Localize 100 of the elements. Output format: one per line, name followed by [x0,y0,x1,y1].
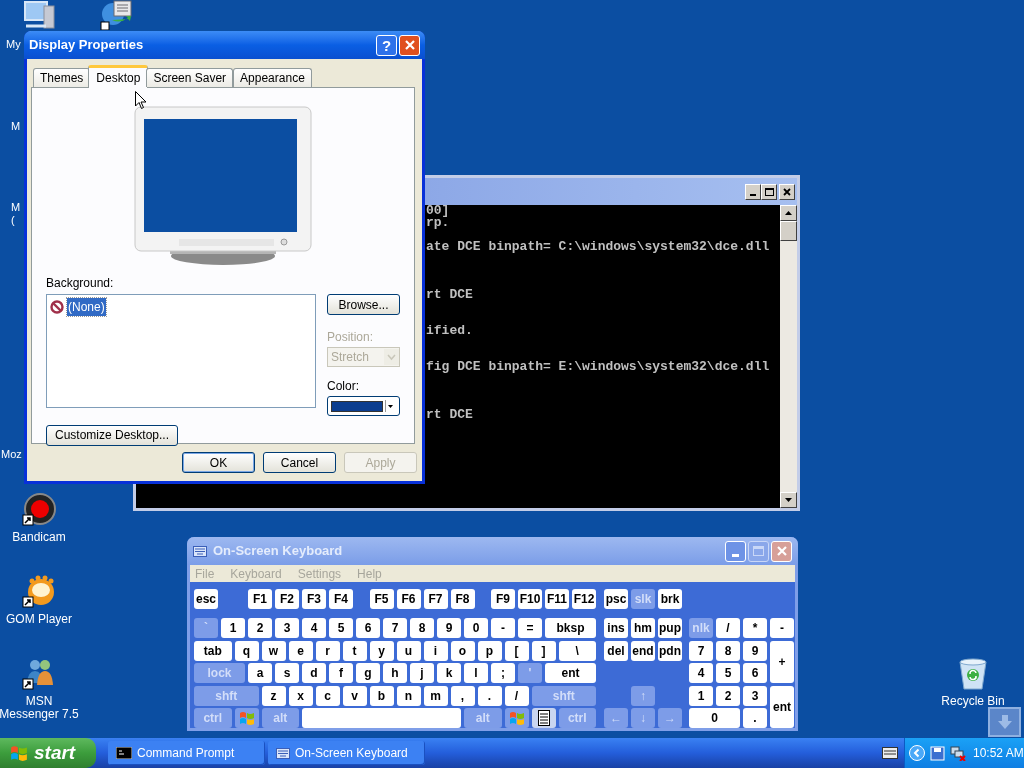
on-screen-key[interactable]: y [369,640,394,661]
taskbar-button[interactable]: Command Prompt [108,741,265,765]
on-screen-key[interactable]: F10 [518,589,542,609]
on-screen-key[interactable]: g [356,663,380,683]
on-screen-key[interactable]: 4 [302,618,326,638]
on-screen-key[interactable]: i [423,640,448,661]
on-screen-key[interactable]: bksp [545,618,596,638]
on-screen-key[interactable]: F8 [450,589,475,609]
icon-label[interactable]: Bandicam [12,531,66,544]
on-screen-key[interactable]: k [437,663,461,683]
tab[interactable]: Appearance [233,68,312,87]
on-screen-key[interactable]: * [743,618,767,638]
on-screen-key[interactable]: 8 [410,618,434,638]
on-screen-key[interactable]: F12 [572,589,596,609]
on-screen-key[interactable]: ent [545,663,596,683]
browse-button[interactable]: Browse... [327,294,400,315]
on-screen-key[interactable]: 9 [743,640,767,661]
tab[interactable]: Themes [33,68,91,87]
customize-button[interactable]: Customize Desktop... [46,424,178,446]
menu-key[interactable] [531,708,556,728]
on-screen-key[interactable]: F9 [491,589,515,609]
on-screen-key[interactable]: psc [604,589,628,609]
tab[interactable]: Screen Saver [146,68,234,87]
on-screen-key[interactable]: \ [558,640,596,661]
close-button[interactable] [779,183,795,200]
list-item[interactable]: (None) [50,298,312,316]
on-screen-key[interactable]: u [396,640,421,661]
on-screen-key[interactable]: 3 [275,618,299,638]
on-screen-key[interactable]: 0 [689,708,740,728]
on-screen-key[interactable]: 7 [689,640,713,661]
dialog-button[interactable]: OK [182,452,255,473]
on-screen-key[interactable]: 6 [743,663,767,683]
on-screen-key[interactable]: end [631,640,655,661]
on-screen-key[interactable]: 5 [329,618,353,638]
on-screen-key[interactable]: F3 [302,589,326,609]
tab[interactable]: Desktop [88,65,149,88]
minimize-button[interactable] [745,183,761,200]
on-screen-key[interactable]: x [288,685,313,706]
on-screen-key[interactable]: F1 [248,589,272,609]
on-screen-key[interactable]: , [450,685,475,706]
on-screen-key[interactable]: w [261,640,286,661]
on-screen-key[interactable]: brk [658,589,682,609]
on-screen-key[interactable]: F5 [369,589,394,609]
on-screen-key[interactable]: F4 [329,589,353,609]
help-button[interactable]: ? [376,34,397,56]
scroll-down-button[interactable] [780,492,797,508]
on-screen-key[interactable]: esc [194,589,218,609]
scroll-up-button[interactable] [780,205,797,221]
on-screen-key[interactable]: [ [504,640,529,661]
windows-key[interactable] [234,708,259,728]
network-icon[interactable] [950,745,966,761]
on-screen-key[interactable]: 7 [383,618,407,638]
on-screen-key[interactable]: F7 [423,589,448,609]
on-screen-key[interactable]: s [275,663,299,683]
on-screen-key[interactable]: . [477,685,502,706]
on-screen-key[interactable]: z [261,685,286,706]
on-screen-key[interactable]: a [248,663,272,683]
on-screen-key[interactable]: ; [491,663,515,683]
scrollbar[interactable] [780,205,797,508]
on-screen-key[interactable]: c [315,685,340,706]
on-screen-key[interactable]: m [423,685,448,706]
on-screen-key[interactable]: p [477,640,502,661]
on-screen-key[interactable]: o [450,640,475,661]
on-screen-key[interactable]: 1 [689,685,713,706]
on-screen-key[interactable]: ins [604,618,628,638]
on-screen-key[interactable]: = [518,618,542,638]
on-screen-key[interactable]: 0 [464,618,488,638]
on-screen-key[interactable]: 3 [743,685,767,706]
on-screen-key[interactable]: q [234,640,259,661]
on-screen-key[interactable]: 5 [716,663,740,683]
on-screen-key[interactable]: / [504,685,529,706]
on-screen-key[interactable]: l [464,663,488,683]
on-screen-key[interactable]: 4 [689,663,713,683]
on-screen-key[interactable]: - [770,618,794,638]
on-screen-key[interactable]: pdn [658,640,682,661]
taskbar-button[interactable]: On-Screen Keyboard [268,741,425,765]
on-screen-key[interactable]: hm [631,618,655,638]
on-screen-key[interactable]: + [770,640,794,683]
on-screen-key[interactable]: F11 [545,589,569,609]
on-screen-key[interactable]: 9 [437,618,461,638]
icon-label[interactable]: GOM Player [6,613,72,626]
on-screen-key[interactable]: t [342,640,367,661]
chevron-left-icon[interactable] [909,745,925,761]
on-screen-key[interactable]: 8 [716,640,740,661]
on-screen-key[interactable]: - [491,618,515,638]
on-screen-key[interactable]: F2 [275,589,299,609]
on-screen-key[interactable]: b [369,685,394,706]
color-picker[interactable] [327,396,400,416]
on-screen-key[interactable]: 6 [356,618,380,638]
icon-label[interactable]: Recycle Bin [941,695,1005,708]
on-screen-key[interactable]: 2 [716,685,740,706]
icon-label[interactable]: MSN Messenger 7.5 [0,695,79,721]
on-screen-key[interactable]: 2 [248,618,272,638]
scroll-thumb[interactable] [780,221,797,241]
on-screen-key[interactable]: h [383,663,407,683]
dialog-button[interactable]: Cancel [263,452,336,473]
on-screen-key[interactable]: pup [658,618,682,638]
on-screen-key[interactable]: ent [770,685,794,728]
on-screen-key[interactable]: tab [194,640,232,661]
on-screen-key[interactable]: d [302,663,326,683]
